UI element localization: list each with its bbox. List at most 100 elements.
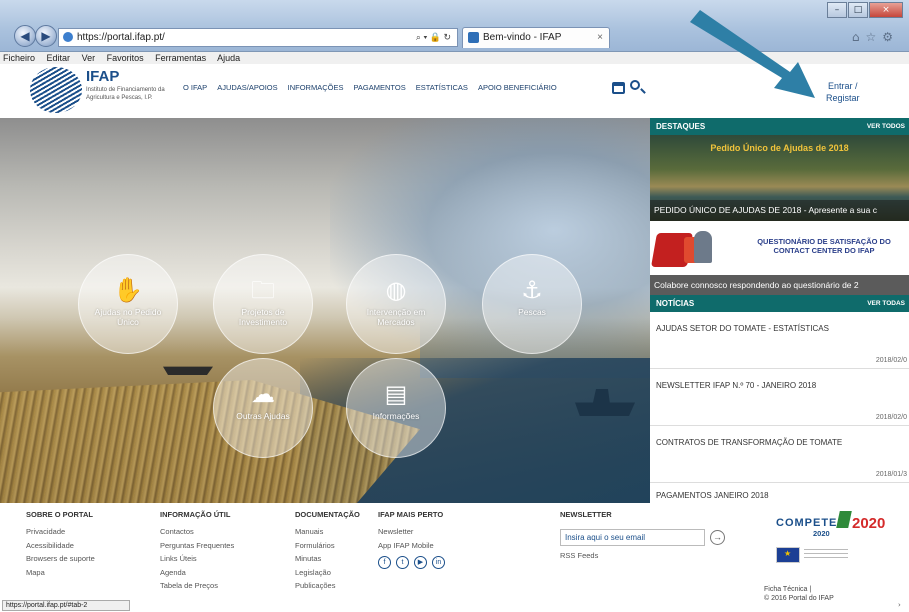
tile-informacoes[interactable]: ▤ Informações <box>346 358 446 458</box>
youtube-icon[interactable]: ▶ <box>414 556 427 569</box>
browser-tab[interactable]: Bem-vindo - IFAP × <box>462 27 610 48</box>
menu-item-ferramentas[interactable]: Ferramentas <box>155 53 206 63</box>
linkedin-icon[interactable]: in <box>432 556 445 569</box>
footer-link[interactable]: Browsers de suporte <box>26 552 95 566</box>
person-icon <box>694 231 712 263</box>
footer-link[interactable]: Mapa <box>26 566 95 580</box>
menu-item-ajuda[interactable]: Ajuda <box>217 53 240 63</box>
footer-link[interactable]: Contactos <box>160 525 234 539</box>
footer-link[interactable]: Perguntas Frequentes <box>160 539 234 553</box>
footer-heading: NEWSLETTER <box>560 510 612 519</box>
newsletter-submit-button[interactable]: → <box>710 530 725 545</box>
tile-label: Ajudas no Pedido Único <box>94 307 162 327</box>
tile-ajudas-pedido-unico[interactable]: ✋ Ajudas no Pedido Único <box>78 254 178 354</box>
menu-bar: Ficheiro Editar Ver Favoritos Ferramenta… <box>0 52 909 64</box>
ficha-tecnica-link[interactable]: Ficha Técnica | <box>764 585 834 594</box>
menu-item-editar[interactable]: Editar <box>47 53 71 63</box>
footer-link[interactable]: Agenda <box>160 566 234 580</box>
login-link[interactable]: Entrar / Registar <box>826 80 860 104</box>
eu-funding-text <box>804 549 848 561</box>
twitter-icon[interactable]: t <box>396 556 409 569</box>
tile-label: Intervenção em Mercados <box>366 307 426 327</box>
browser-titlebar: – □ × ◀ ▶ https://portal.ifap.pt/ ⌕ ▾ 🔒 … <box>0 0 909 52</box>
browser-toolbar-icons[interactable]: ⌂☆⚙ <box>852 30 899 44</box>
news-item[interactable]: AJUDAS SETOR DO TOMATE - ESTATÍSTICAS 20… <box>650 312 909 369</box>
footer-link[interactable]: Links Úteis <box>160 552 234 566</box>
footer-link[interactable]: Privacidade <box>26 525 95 539</box>
site-globe-icon <box>63 32 73 42</box>
menu-item-favoritos[interactable]: Favoritos <box>107 53 144 63</box>
noticias-title: NOTÍCIAS <box>656 299 695 308</box>
hands-icon: ✋ <box>113 276 143 304</box>
search-icon[interactable] <box>630 80 640 90</box>
promo-caption: PEDIDO ÚNICO DE AJUDAS DE 2018 - Apresen… <box>650 200 909 221</box>
copyright-text: © 2016 Portal do IFAP <box>764 595 834 602</box>
footer-link[interactable]: App IFAP Mobile <box>378 539 450 553</box>
back-button[interactable]: ◀ <box>14 25 36 47</box>
menu-item-ficheiro[interactable]: Ficheiro <box>3 53 35 63</box>
nav-item-apoio-beneficiario[interactable]: APOIO BENEFICIÁRIO <box>478 83 557 92</box>
news-item[interactable]: PAGAMENTOS JANEIRO 2018 <box>650 483 909 503</box>
promo-pedido-unico[interactable]: Pedido Único de Ajudas de 2018 PEDIDO ÚN… <box>650 135 909 221</box>
address-controls[interactable]: ⌕ ▾ 🔒 ↻ <box>416 29 451 46</box>
footer-col-mais-perto: IFAP MAIS PERTO Newsletter App IFAP Mobi… <box>378 510 450 569</box>
promo-questionario[interactable]: QUESTIONÁRIO DE SATISFAÇÃO DO CONTACT CE… <box>650 221 909 295</box>
tab-close-icon[interactable]: × <box>597 28 603 47</box>
footer-link[interactable]: Publicações <box>295 579 360 593</box>
copyright: Ficha Técnica | © 2016 Portal do IFAP <box>764 585 834 603</box>
social-links: f t ▶ in <box>378 556 450 569</box>
news-title: PAGAMENTOS JANEIRO 2018 <box>656 491 769 500</box>
nav-item-informacoes[interactable]: INFORMAÇÕES <box>288 83 344 92</box>
tile-projetos-investimento[interactable]: 🗀 Projetos de Investimento <box>213 254 313 354</box>
newsletter-email-input[interactable]: Insira aqui o seu email <box>560 529 705 546</box>
footer-link[interactable]: Minutas <box>295 552 360 566</box>
page: – □ × ◀ ▶ https://portal.ifap.pt/ ⌕ ▾ 🔒 … <box>0 0 909 612</box>
hero-boat-left <box>163 366 213 375</box>
ifap-logo-icon[interactable] <box>30 67 82 113</box>
news-item[interactable]: CONTRATOS DE TRANSFORMAÇÃO DE TOMATE 201… <box>650 426 909 483</box>
minimize-icon[interactable]: – <box>827 2 847 18</box>
scroll-right-icon[interactable]: › <box>898 601 901 609</box>
main-nav: O IFAP AJUDAS/APOIOS INFORMAÇÕES PAGAMEN… <box>183 83 567 92</box>
maximize-icon[interactable]: □ <box>848 2 868 18</box>
footer-link[interactable]: Tabela de Preços <box>160 579 234 593</box>
nav-item-ajudas-apoios[interactable]: AJUDAS/APOIOS <box>217 83 277 92</box>
promo-title: Pedido Único de Ajudas de 2018 <box>710 143 849 153</box>
news-item[interactable]: NEWSLETTER IFAP N.º 70 - JANEIRO 2018 20… <box>650 369 909 426</box>
tab-title: Bem-vindo - IFAP <box>483 32 562 43</box>
tile-pescas[interactable]: ⚓ Pescas <box>482 254 582 354</box>
footer-link[interactable]: Acessibilidade <box>26 539 95 553</box>
footer-link[interactable]: Newsletter <box>378 525 450 539</box>
destaques-title: DESTAQUES <box>656 122 706 131</box>
tab-favicon-icon <box>468 32 479 43</box>
destaques-see-all-link[interactable]: VER TODOS <box>867 118 905 135</box>
nav-item-estatisticas[interactable]: ESTATÍSTICAS <box>416 83 468 92</box>
forward-button[interactable]: ▶ <box>35 25 57 47</box>
site-header: IFAP Instituto de Financiamento da Agric… <box>0 64 909 118</box>
noticias-see-all-link[interactable]: VER TODAS <box>867 295 905 312</box>
tile-label: Pescas <box>518 307 546 317</box>
logo-subtitle: Instituto de Financiamento da Agricultur… <box>86 87 165 101</box>
tile-intervencao-mercados[interactable]: ◍ Intervenção em Mercados <box>346 254 446 354</box>
calendar-icon[interactable] <box>612 82 625 94</box>
eu-flag-icon <box>776 547 800 563</box>
close-icon[interactable]: × <box>869 2 903 18</box>
footer-col-newsletter: NEWSLETTER <box>560 510 612 525</box>
nav-item-pagamentos[interactable]: PAGAMENTOS <box>353 83 405 92</box>
portugal-2020-logo: 2020 <box>852 515 886 532</box>
rss-feeds-link[interactable]: RSS Feeds <box>560 551 598 560</box>
tile-outras-ajudas[interactable]: ☁ Outras Ajudas <box>213 358 313 458</box>
footer-col-informacao: INFORMAÇÃO ÚTIL Contactos Perguntas Freq… <box>160 510 234 593</box>
address-bar[interactable]: https://portal.ifap.pt/ ⌕ ▾ 🔒 ↻ <box>58 28 458 47</box>
tile-label: Projetos de Investimento <box>238 307 288 327</box>
hero-banner: ✋ Ajudas no Pedido Único 🗀 Projetos de I… <box>0 118 650 503</box>
footer-link[interactable]: Formulários <box>295 539 360 553</box>
folder-icon: 🗀 <box>251 276 275 304</box>
site-footer: SOBRE O PORTAL Privacidade Acessibilidad… <box>0 503 909 612</box>
menu-item-ver[interactable]: Ver <box>82 53 96 63</box>
facebook-icon[interactable]: f <box>378 556 391 569</box>
nav-item-o-ifap[interactable]: O IFAP <box>183 83 207 92</box>
footer-col-documentacao: DOCUMENTAÇÃO Manuais Formulários Minutas… <box>295 510 360 593</box>
footer-link[interactable]: Manuais <box>295 525 360 539</box>
footer-link[interactable]: Legislação <box>295 566 360 580</box>
